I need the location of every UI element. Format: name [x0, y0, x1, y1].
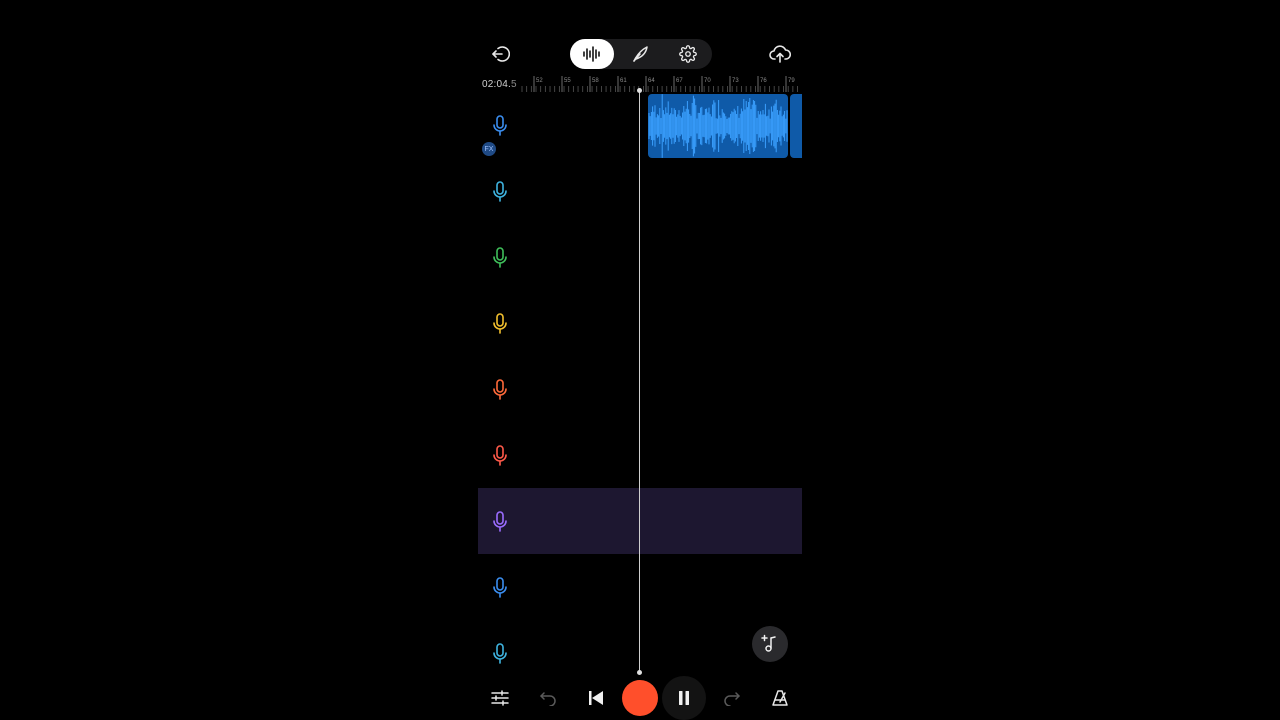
microphone-icon	[493, 115, 507, 136]
playhead-line[interactable]	[639, 90, 640, 674]
clip-waveform	[648, 94, 788, 158]
gear-icon	[679, 45, 697, 63]
track-row[interactable]	[478, 158, 802, 224]
ruler-tick-label: 64	[648, 78, 655, 84]
playhead-handle-bottom[interactable]	[637, 670, 642, 675]
skip-to-start-button[interactable]	[578, 680, 614, 716]
ruler-tick-label: 76	[760, 78, 767, 84]
microphone-icon	[493, 511, 507, 532]
microphone-icon	[493, 379, 507, 400]
track-row[interactable]	[478, 290, 802, 356]
metronome-button[interactable]	[762, 680, 798, 716]
add-music-note-icon	[761, 634, 776, 652]
ruler-tick-label: 61	[620, 78, 627, 84]
pause-icon	[679, 691, 689, 705]
track-mic-button[interactable]	[490, 180, 510, 204]
audio-clip[interactable]	[648, 94, 788, 158]
microphone-icon	[493, 247, 507, 268]
track-mic-button[interactable]	[490, 642, 510, 666]
track-mic-button[interactable]	[490, 510, 510, 534]
ruler-tick-label: 70	[704, 78, 711, 84]
ruler-tick-label: 73	[732, 78, 739, 84]
playhead-handle-top[interactable]	[637, 88, 642, 93]
redo-icon	[724, 692, 740, 706]
app-screen: 02:04.5 52 55 58 61 64 67 70 73 76 79 FX	[478, 30, 802, 720]
audio-clip[interactable]	[790, 94, 802, 158]
quill-icon	[633, 46, 648, 62]
microphone-icon	[493, 643, 507, 664]
add-track-button[interactable]	[752, 626, 788, 662]
track-mic-button[interactable]	[490, 444, 510, 468]
microphone-icon	[493, 577, 507, 598]
skip-to-start-icon	[589, 691, 603, 705]
transport-bar	[478, 676, 802, 720]
track-fx-badge[interactable]: FX	[482, 142, 496, 156]
tab-tracks[interactable]	[570, 39, 614, 69]
pause-button[interactable]	[662, 676, 706, 720]
track-row[interactable]	[478, 224, 802, 290]
exit-button[interactable]	[484, 38, 516, 70]
track-list: FX	[478, 92, 802, 692]
track-mic-button[interactable]	[490, 378, 510, 402]
cloud-upload-icon	[769, 45, 791, 63]
undo-icon	[540, 692, 556, 706]
tab-settings[interactable]	[666, 39, 710, 69]
track-mic-button[interactable]	[490, 114, 510, 138]
ruler-tick-label: 52	[536, 78, 543, 84]
microphone-icon	[493, 445, 507, 466]
top-bar	[478, 30, 802, 76]
microphone-icon	[493, 313, 507, 334]
ruler-tick-label: 58	[592, 78, 599, 84]
mixer-button[interactable]	[482, 680, 518, 716]
ruler-tick-label: 67	[676, 78, 683, 84]
undo-button[interactable]	[530, 680, 566, 716]
ruler-tick-label: 55	[564, 78, 571, 84]
tab-lyrics[interactable]	[618, 39, 662, 69]
track-mic-button[interactable]	[490, 576, 510, 600]
microphone-icon	[493, 181, 507, 202]
track-mic-button[interactable]	[490, 312, 510, 336]
redo-button[interactable]	[714, 680, 750, 716]
track-mic-button[interactable]	[490, 246, 510, 270]
track-row[interactable]	[478, 488, 802, 554]
track-row[interactable]	[478, 356, 802, 422]
upload-button[interactable]	[764, 38, 796, 70]
metronome-icon	[772, 690, 788, 706]
ruler-tick-label: 79	[788, 78, 795, 84]
mode-segmented-control	[570, 39, 712, 69]
track-row[interactable]	[478, 422, 802, 488]
exit-icon	[492, 46, 510, 62]
waveform-icon	[583, 46, 600, 62]
record-button[interactable]	[622, 680, 658, 716]
sliders-icon	[491, 690, 509, 706]
track-row[interactable]	[478, 554, 802, 620]
